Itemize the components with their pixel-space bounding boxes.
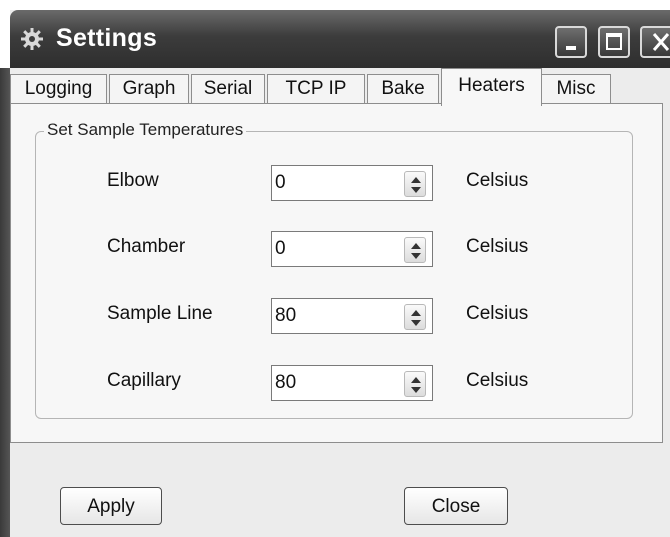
minimize-icon: [566, 46, 576, 50]
sample-temperatures-group: Set Sample Temperatures Elbow Celsius Ch…: [35, 120, 633, 419]
capillary-label: Capillary: [107, 370, 181, 391]
maximize-icon: [606, 33, 622, 50]
window-frame-right: [663, 103, 670, 537]
heaters-panel: Set Sample Temperatures Elbow Celsius Ch…: [10, 103, 663, 443]
spin-arrows-icon: [411, 177, 421, 193]
capillary-unit: Celsius: [466, 370, 529, 391]
settings-window: Settings Logging Graph Serial TCP IP Bak…: [0, 0, 670, 537]
capillary-input[interactable]: [275, 369, 395, 397]
tab-strip: Logging Graph Serial TCP IP Bake Heaters…: [10, 68, 670, 106]
close-icon: [652, 33, 670, 51]
chamber-stepper[interactable]: [271, 231, 433, 267]
tab-misc[interactable]: Misc: [541, 74, 611, 104]
spin-arrows-icon: [411, 243, 421, 259]
elbow-spin-button[interactable]: [404, 171, 426, 197]
tab-tcp-ip[interactable]: TCP IP: [267, 74, 365, 104]
capillary-stepper[interactable]: [271, 365, 433, 401]
spin-arrows-icon: [411, 310, 421, 326]
capillary-spin-button[interactable]: [404, 371, 426, 397]
minimize-button[interactable]: [555, 26, 587, 58]
maximize-button[interactable]: [598, 26, 630, 58]
tab-graph[interactable]: Graph: [109, 74, 189, 104]
chamber-unit: Celsius: [466, 236, 529, 257]
tab-bake[interactable]: Bake: [367, 74, 439, 104]
chamber-input[interactable]: [275, 235, 395, 263]
close-window-button[interactable]: [640, 26, 670, 58]
spin-arrows-icon: [411, 377, 421, 393]
window-frame-left: [0, 68, 10, 537]
tab-serial[interactable]: Serial: [191, 74, 265, 104]
elbow-label: Elbow: [107, 170, 159, 191]
tab-heaters[interactable]: Heaters: [441, 68, 542, 106]
sample-line-stepper[interactable]: [271, 298, 433, 334]
sample-line-spin-button[interactable]: [404, 304, 426, 330]
chamber-spin-button[interactable]: [404, 237, 426, 263]
chamber-label: Chamber: [107, 236, 186, 257]
close-button[interactable]: Close: [404, 487, 508, 525]
title-bar[interactable]: Settings: [10, 10, 670, 68]
elbow-unit: Celsius: [466, 170, 529, 191]
gear-icon: [21, 28, 43, 50]
elbow-stepper[interactable]: [271, 165, 433, 201]
sample-line-input[interactable]: [275, 302, 395, 330]
sample-line-unit: Celsius: [466, 303, 529, 324]
elbow-input[interactable]: [275, 169, 395, 197]
window-frame-corner: [0, 0, 10, 68]
group-title: Set Sample Temperatures: [44, 120, 247, 140]
sample-line-label: Sample Line: [107, 303, 213, 324]
apply-button[interactable]: Apply: [60, 487, 162, 525]
tab-logging[interactable]: Logging: [10, 74, 107, 104]
window-title: Settings: [56, 24, 158, 52]
window-frame-top: [0, 0, 670, 10]
